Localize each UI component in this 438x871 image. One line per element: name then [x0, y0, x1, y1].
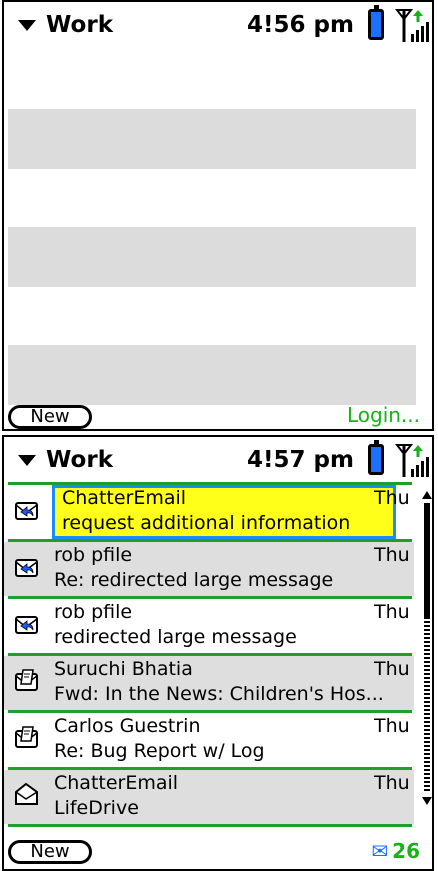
- message-sender: ChatterEmail: [62, 487, 187, 509]
- message-sender: ChatterEmail: [54, 772, 179, 794]
- open-envelope-icon: [15, 782, 38, 805]
- scrollbar[interactable]: [422, 491, 432, 809]
- battery-icon: [368, 5, 384, 40]
- placeholder-row-2: [8, 227, 416, 287]
- login-screen: Work 4!56 pm New Login...: [2, 0, 434, 431]
- draft-envelope-icon: [15, 669, 38, 691]
- clock: 4!56 pm: [247, 12, 354, 38]
- message-row[interactable]: rob pfile Thu redirected large message: [4, 599, 414, 653]
- scroll-up-icon[interactable]: [422, 491, 432, 499]
- signal-strength-icon: [395, 9, 429, 42]
- scroll-track[interactable]: [424, 617, 430, 793]
- message-subject: Re: redirected large message: [54, 569, 334, 591]
- reply-envelope-icon: [15, 502, 38, 520]
- category-label[interactable]: Work: [46, 447, 113, 473]
- row-separator: [8, 824, 412, 827]
- reply-envelope-icon: [15, 559, 38, 577]
- message-date: Thu: [374, 772, 410, 794]
- message-subject: Fwd: In the News: Children's Hos...: [54, 683, 384, 705]
- message-sender: rob pfile: [54, 601, 133, 623]
- message-row[interactable]: Carlos Guestrin Thu Re: Bug Report w/ Lo…: [4, 713, 414, 767]
- inbox-screen: Work 4!57 pm ChatterEmail Thu request ad…: [2, 435, 434, 871]
- message-date: Thu: [374, 601, 410, 623]
- category-dropdown-icon[interactable]: [18, 455, 36, 466]
- title-bar: Work 4!56 pm: [4, 2, 432, 50]
- message-sender: Suruchi Bhatia: [54, 658, 193, 680]
- message-row[interactable]: rob pfile Thu Re: redirected large messa…: [4, 542, 414, 596]
- category-label[interactable]: Work: [46, 12, 113, 38]
- message-row[interactable]: Suruchi Bhatia Thu Fwd: In the News: Chi…: [4, 656, 414, 710]
- message-date: Thu: [374, 544, 410, 566]
- message-date: Thu: [374, 658, 410, 680]
- category-dropdown-icon[interactable]: [18, 20, 36, 31]
- title-bar: Work 4!57 pm: [4, 437, 432, 485]
- signal-strength-icon: [395, 444, 429, 477]
- login-link[interactable]: Login...: [347, 403, 420, 427]
- new-button[interactable]: New: [8, 405, 92, 429]
- unread-count-value: 26: [392, 839, 420, 863]
- message-row[interactable]: ChatterEmail Thu request additional info…: [4, 485, 414, 539]
- battery-icon: [368, 440, 384, 475]
- draft-envelope-icon: [15, 726, 38, 748]
- scroll-down-icon[interactable]: [422, 797, 432, 805]
- message-sender: Carlos Guestrin: [54, 715, 201, 737]
- message-subject: Re: Bug Report w/ Log: [54, 740, 265, 762]
- message-subject: request additional information: [62, 512, 351, 534]
- reply-envelope-icon: [15, 616, 38, 634]
- new-button[interactable]: New: [8, 840, 92, 864]
- unread-count[interactable]: ✉ 26: [371, 839, 420, 863]
- message-row[interactable]: ChatterEmail Thu LifeDrive: [4, 770, 414, 824]
- message-date: Thu: [374, 715, 410, 737]
- message-sender: rob pfile: [54, 544, 133, 566]
- message-subject: LifeDrive: [54, 797, 139, 819]
- placeholder-row-3: [8, 345, 416, 405]
- placeholder-row-1: [8, 109, 416, 169]
- scroll-thumb[interactable]: [424, 503, 430, 617]
- envelope-icon: ✉: [371, 839, 389, 863]
- clock: 4!57 pm: [247, 447, 354, 473]
- message-subject: redirected large message: [54, 626, 297, 648]
- message-date: Thu: [374, 487, 410, 509]
